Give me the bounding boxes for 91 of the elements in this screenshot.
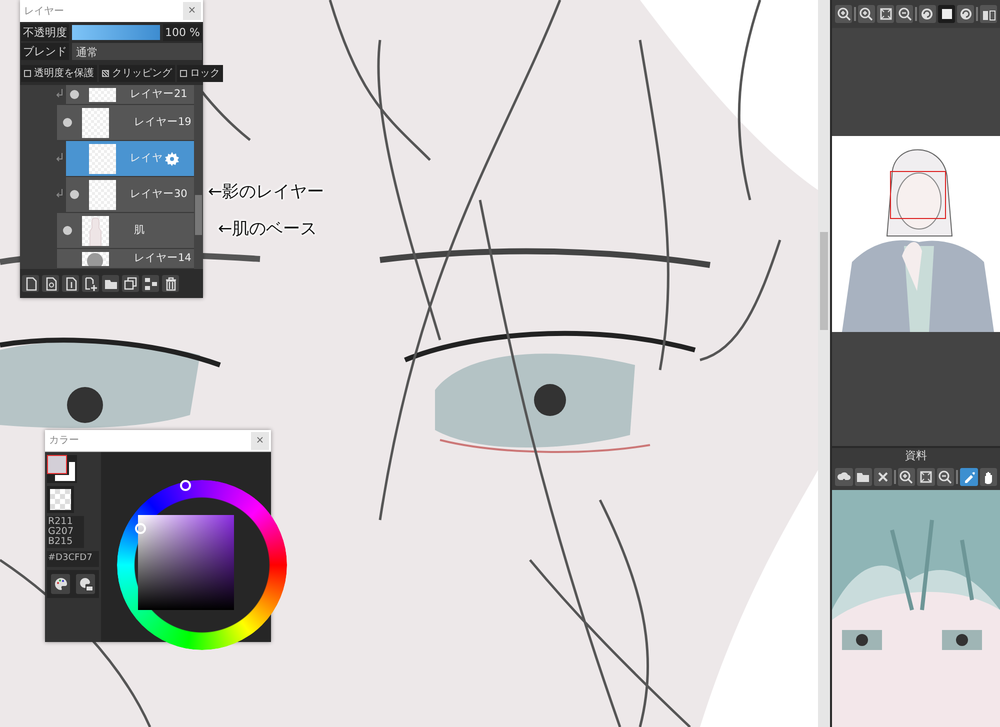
rotate-icon (920, 7, 934, 21)
tool-button[interactable] (957, 5, 974, 23)
layer-name: 肌 (134, 222, 145, 238)
blend-label: ブレンド (21, 43, 69, 60)
layer-name: レイヤー19 (134, 114, 192, 130)
gear-icon (165, 152, 179, 166)
tool-button[interactable] (142, 275, 159, 292)
add-page-icon (84, 276, 98, 290)
square-icon (940, 7, 954, 21)
opacity-value: 100 % (163, 24, 202, 41)
visibility-dot[interactable] (63, 118, 72, 127)
panel-title: カラー (49, 434, 79, 448)
zoom-out-icon (938, 470, 952, 484)
visibility-dot[interactable] (63, 226, 72, 235)
transparent-swatch[interactable] (47, 486, 74, 513)
option-checkbox[interactable]: ロック (177, 65, 223, 82)
layer-row[interactable]: レイヤー14 (57, 249, 194, 269)
tool-button[interactable] (82, 275, 99, 292)
close-button[interactable]: × (251, 432, 269, 450)
tool-button[interactable] (896, 5, 914, 23)
background-color-swatch[interactable] (55, 462, 75, 481)
annotation-text: ←肌のベース (218, 218, 318, 241)
tool-button[interactable] (22, 275, 39, 292)
panel-title: 資料 (905, 448, 927, 464)
layer-thumbnail (89, 144, 116, 174)
tool-button[interactable] (918, 5, 936, 23)
palette-icon (78, 576, 92, 590)
option-checkbox[interactable]: 透明度を保護 (21, 65, 97, 82)
tool-button[interactable] (162, 275, 179, 292)
rotate-icon (958, 7, 973, 21)
scrollbar[interactable] (194, 85, 203, 269)
page-icon (64, 276, 78, 290)
new-page-icon (24, 276, 38, 290)
page-icon (44, 276, 58, 290)
tool-button[interactable] (936, 468, 954, 486)
fit-screen-icon (918, 470, 933, 484)
tool-button[interactable] (898, 468, 916, 486)
hex-value: #D3CFD7 (47, 551, 99, 566)
visibility-dot[interactable] (70, 90, 79, 99)
tool-button[interactable] (854, 468, 872, 486)
tool-button[interactable] (938, 5, 956, 23)
tool-button[interactable] (876, 5, 894, 23)
tool-button[interactable] (51, 574, 70, 594)
layer-name: レイヤ (130, 150, 163, 166)
zoom-in-icon (899, 470, 914, 484)
layer-thumbnail (82, 252, 109, 266)
palette-icon (54, 576, 68, 590)
tool-button[interactable] (835, 5, 852, 23)
scrollbar[interactable] (818, 0, 830, 727)
layer-thumbnail (89, 88, 116, 102)
rgb-value: R211 (48, 517, 74, 527)
tool-button[interactable] (102, 275, 119, 292)
panel-title: レイヤー (24, 4, 64, 18)
view-frame[interactable] (890, 171, 946, 219)
layer-thumbnail (89, 180, 116, 210)
tool-button[interactable] (62, 275, 79, 292)
trash-icon (164, 276, 178, 290)
layer-thumbnail (82, 216, 109, 246)
close-button[interactable]: × (183, 2, 201, 20)
layer-name: レイヤー21 (130, 86, 188, 102)
hue-handle[interactable] (180, 480, 191, 491)
annotation-text: ←影のレイヤー (208, 181, 324, 204)
layer-name: レイヤー30 (130, 186, 188, 202)
tool-button[interactable] (858, 5, 875, 23)
layer-row[interactable]: 肌 (57, 213, 194, 249)
opacity-slider[interactable] (72, 25, 160, 40)
fit-screen-icon (878, 7, 892, 21)
opacity-label: 不透明度 (21, 24, 69, 41)
option-checkbox[interactable]: クリッピング (99, 65, 175, 82)
layer-thumbnail (82, 108, 109, 138)
duplicate-icon (124, 276, 138, 290)
zoom-in-icon (859, 7, 874, 21)
folder-icon (856, 470, 870, 484)
foreground-color-swatch[interactable] (47, 455, 67, 474)
layer-row[interactable]: レイヤー19 (57, 105, 194, 141)
tool-button[interactable] (42, 275, 59, 292)
tool-button[interactable] (980, 5, 998, 23)
color-handle[interactable] (135, 523, 146, 534)
saturation-square[interactable] (138, 515, 234, 610)
tool-button[interactable] (122, 275, 139, 292)
rgb-value: G207 (48, 527, 74, 537)
tool-button[interactable] (76, 574, 95, 594)
zoom-in-icon (836, 7, 851, 21)
blend-dropdown[interactable]: 通常 (72, 43, 202, 60)
rgb-value: B215 (48, 537, 74, 547)
layer-name: レイヤー14 (134, 250, 192, 266)
zoom-out-icon (898, 7, 912, 21)
merge-icon (144, 276, 158, 290)
visibility-dot[interactable] (70, 190, 79, 199)
tool-button[interactable] (980, 468, 998, 486)
close-icon (876, 470, 890, 484)
